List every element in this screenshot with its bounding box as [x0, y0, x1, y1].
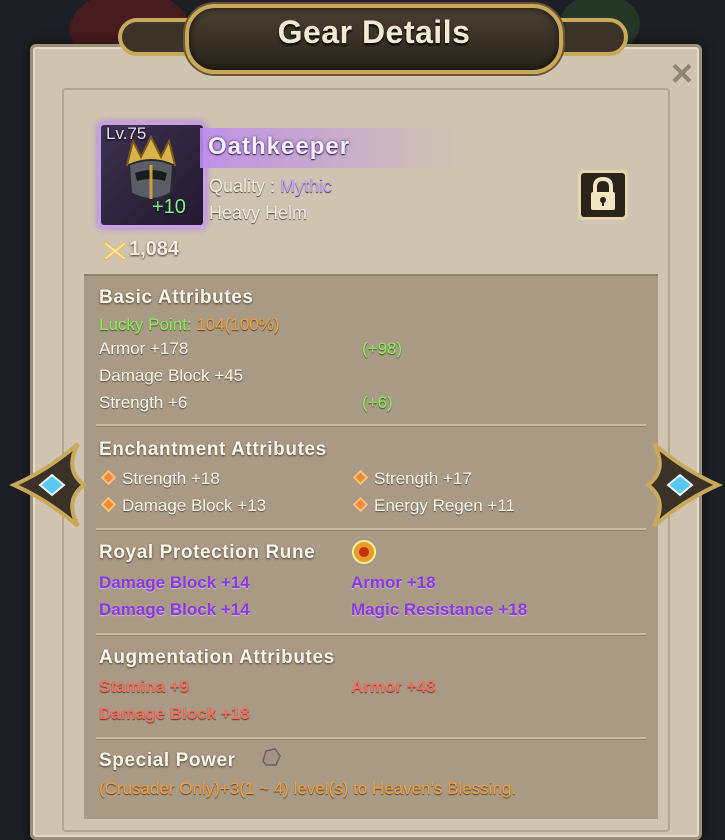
- basic-attr-row: Armor +178: [99, 339, 189, 358]
- item-enhance-level: +10: [152, 196, 186, 218]
- augment-attr: Stamina +9: [99, 677, 190, 696]
- rune-icon: [352, 540, 376, 564]
- enchant-attr-label: Energy Regen +11: [374, 496, 515, 515]
- special-power-title: Special Power: [99, 750, 236, 771]
- rune-attr: Armor +18: [351, 573, 436, 592]
- power-value: 1,084: [129, 238, 180, 260]
- diamond-icon: [352, 469, 369, 486]
- stone-icon: [262, 748, 281, 766]
- augmentation-attributes-title: Augmentation Attributes: [99, 647, 335, 668]
- close-button[interactable]: ×: [664, 55, 700, 94]
- rune-attr: Damage Block +14: [99, 600, 250, 619]
- diamond-icon: [352, 496, 369, 513]
- next-arrow-icon[interactable]: [634, 440, 724, 530]
- quality-label: Quality :: [209, 176, 281, 196]
- item-name: Oathkeeper: [208, 133, 351, 160]
- enchant-attr: Strength +18: [100, 469, 220, 489]
- lock-button[interactable]: [578, 170, 628, 220]
- item-level: Lv.75: [106, 124, 147, 143]
- section-divider: [96, 737, 646, 740]
- basic-attr-row: Strength +6: [99, 393, 188, 412]
- diamond-icon: [100, 469, 117, 486]
- augment-attr: Damage Block +18: [99, 704, 250, 723]
- special-power-text: (Crusader Only)+3(1 ~ 4) level(s) to Hea…: [99, 779, 517, 798]
- basic-attr-bonus: (+6): [362, 393, 393, 412]
- section-divider: [96, 424, 646, 427]
- rune-attr: Magic Resistance +18: [351, 600, 528, 619]
- section-divider: [96, 528, 646, 531]
- diamond-icon: [100, 496, 117, 513]
- item-quality: Quality : Mythic: [209, 176, 332, 197]
- lucky-point-value: 104(100%): [196, 315, 280, 334]
- enchant-attr: Energy Regen +11: [352, 496, 515, 516]
- basic-attr-row: Damage Block +45: [99, 366, 244, 385]
- lucky-point: Lucky Point: 104(100%): [99, 315, 280, 335]
- enchant-attr-label: Strength +18: [122, 469, 220, 488]
- enchant-attr-label: Damage Block +13: [122, 496, 267, 515]
- enchant-attr: Damage Block +13: [100, 496, 267, 516]
- dialog-title: Gear Details: [277, 14, 471, 50]
- section-divider: [96, 633, 646, 636]
- rune-attr: Damage Block +14: [99, 573, 250, 592]
- enchant-attr: Strength +17: [352, 469, 472, 489]
- lucky-point-label: Lucky Point:: [99, 315, 192, 334]
- rune-title: Royal Protection Rune: [99, 542, 316, 563]
- quality-value: Mythic: [280, 176, 333, 196]
- lock-icon: [591, 176, 615, 210]
- enchantment-attributes-title: Enchantment Attributes: [99, 439, 327, 460]
- item-type: Heavy Helm: [209, 203, 308, 223]
- previous-arrow-icon[interactable]: [8, 440, 98, 530]
- enchant-attr-label: Strength +17: [374, 469, 472, 488]
- basic-attributes-title: Basic Attributes: [99, 287, 254, 308]
- augment-attr: Armor +48: [351, 677, 436, 696]
- power-icon: [104, 241, 126, 261]
- basic-attr-bonus: (+98): [362, 339, 403, 358]
- helm-icon: [125, 135, 177, 200]
